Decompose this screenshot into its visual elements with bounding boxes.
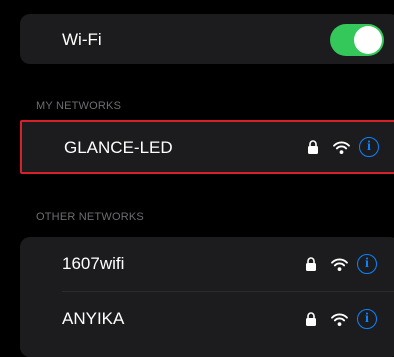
wifi-toggle[interactable] [330, 24, 384, 56]
info-icon[interactable]: i [357, 309, 377, 329]
network-name: GLANCE-LED [64, 138, 173, 157]
network-status-icons: i [305, 237, 377, 291]
network-row-1607wifi[interactable]: 1607wifi i [20, 237, 394, 291]
network-row-glance-led[interactable]: GLANCE-LED i [20, 120, 394, 174]
lock-icon [306, 312, 316, 326]
wifi-toggle-row: Wi-Fi [20, 14, 394, 64]
my-networks-header: MY NETWORKS [36, 100, 122, 112]
other-networks-list: 1607wifi i ANYIKA i [20, 237, 394, 357]
info-icon[interactable]: i [357, 254, 377, 274]
wifi-label: Wi-Fi [62, 30, 102, 49]
wifi-signal-icon [333, 141, 350, 154]
info-icon[interactable]: i [359, 137, 379, 157]
toggle-knob [354, 26, 382, 54]
lock-icon [306, 257, 316, 271]
lock-icon [308, 140, 318, 154]
network-name: 1607wifi [62, 254, 125, 273]
network-row-anyika[interactable]: ANYIKA i [20, 292, 394, 346]
wifi-signal-icon [331, 258, 348, 271]
network-status-icons: i [307, 122, 379, 172]
network-status-icons: i [305, 292, 377, 346]
other-networks-header: OTHER NETWORKS [36, 211, 144, 223]
network-name: ANYIKA [62, 309, 125, 328]
wifi-signal-icon [331, 313, 348, 326]
